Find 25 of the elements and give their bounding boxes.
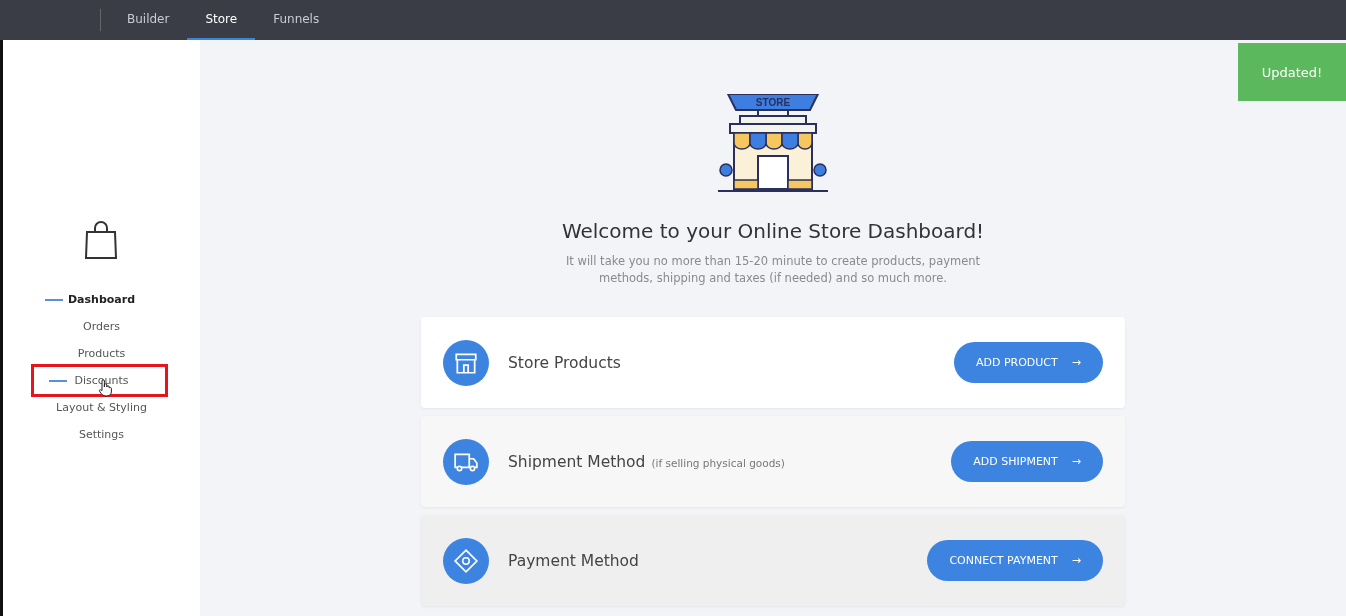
welcome-title: Welcome to your Online Store Dashboard! <box>561 219 985 243</box>
active-indicator <box>45 298 63 301</box>
sidebar-item[interactable]: Discounts <box>74 374 129 387</box>
card-title: Payment Method <box>508 551 639 570</box>
action-button[interactable]: ADD SHIPMENT → <box>951 441 1103 482</box>
nav-tab[interactable]: Builder <box>109 0 188 40</box>
updated-toast: Updated! <box>1238 43 1346 101</box>
truck-icon <box>443 438 489 485</box>
sidebar-item[interactable]: Layout & Styling <box>56 401 147 414</box>
active-indicator <box>49 379 67 382</box>
sidebar-item[interactable]: Settings <box>78 428 125 441</box>
action-button[interactable]: ADD PRODUCT → <box>953 342 1103 383</box>
sidebar-item[interactable]: Orders <box>83 320 120 333</box>
card-title: Shipment Method <box>508 452 646 471</box>
nav-tab[interactable]: Funnels <box>255 0 338 40</box>
card-title: Store Products <box>508 353 621 372</box>
sidebar-item[interactable]: Products <box>77 347 126 360</box>
shopping-bag-icon <box>83 220 118 260</box>
storefront-icon <box>443 339 489 386</box>
storefront-illustration: STORE <box>718 94 828 199</box>
welcome-subtitle: It will take you no more than 15-20 minute to create products, payment methods, shipping and taxes (if needed) and so much more. <box>564 253 982 287</box>
sidebar-item[interactable]: Dashboard <box>67 293 136 306</box>
action-button[interactable]: CONNECT PAYMENT → <box>927 540 1103 581</box>
card-note: (if selling physical goods) <box>651 456 785 469</box>
banknote-icon <box>443 537 489 584</box>
